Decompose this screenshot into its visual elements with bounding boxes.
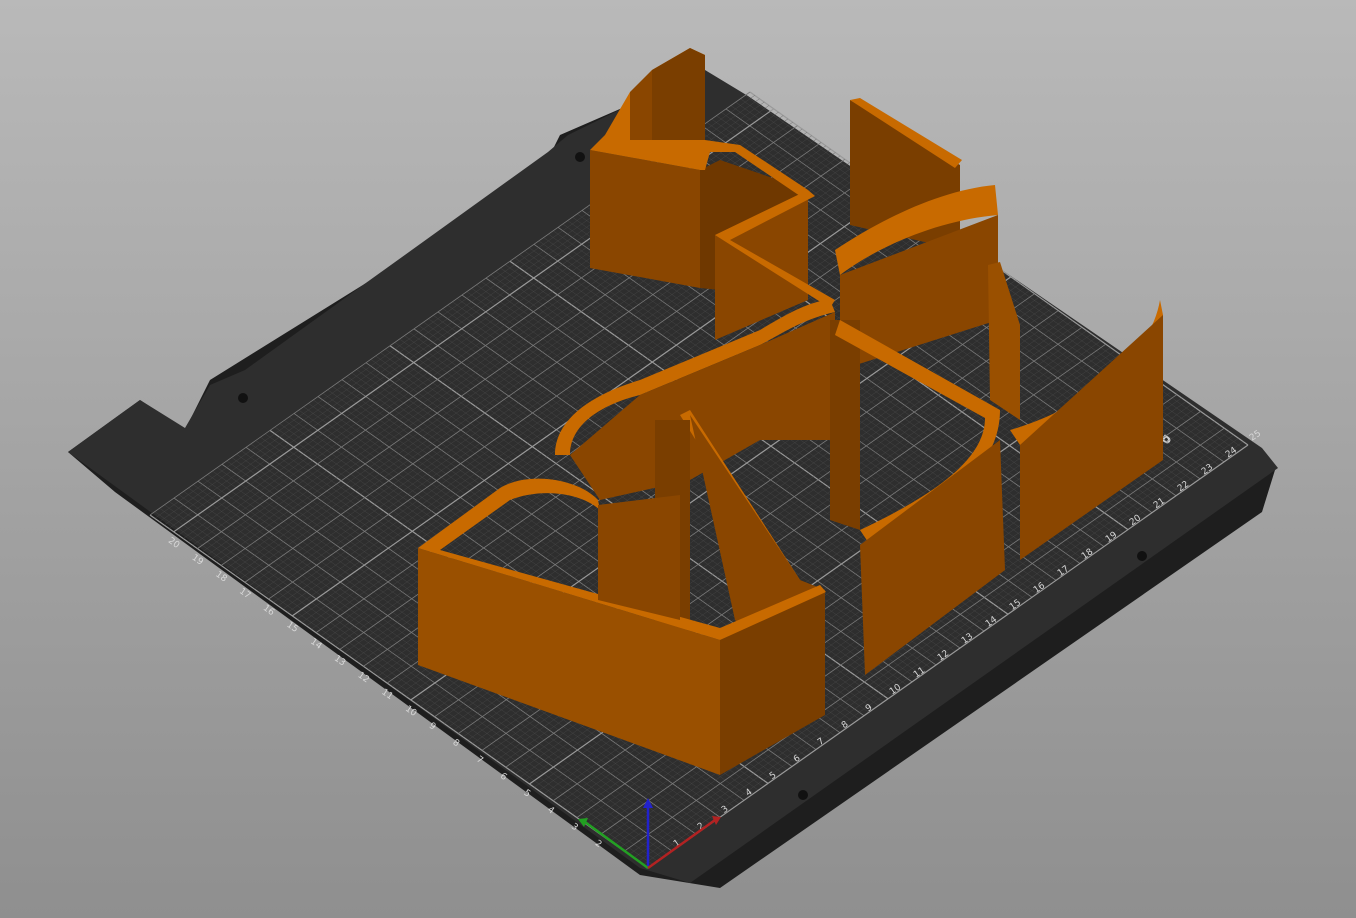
3d-viewport[interactable]: P 1 2 3 4 5 6 7 8 9 10 11 12 13 14 15 16 17 18 19 20 21 22 23 2… bbox=[0, 0, 1356, 918]
bed-hole bbox=[1137, 551, 1147, 561]
y-tick-label: 8 bbox=[451, 738, 462, 750]
bed-hole bbox=[238, 393, 248, 403]
bed-hole bbox=[575, 152, 585, 162]
scene-canvas[interactable]: P 12345678910111213141516171819202122232… bbox=[0, 0, 1356, 918]
y-tick-label: 9 bbox=[427, 721, 438, 733]
bed-hole bbox=[798, 790, 808, 800]
